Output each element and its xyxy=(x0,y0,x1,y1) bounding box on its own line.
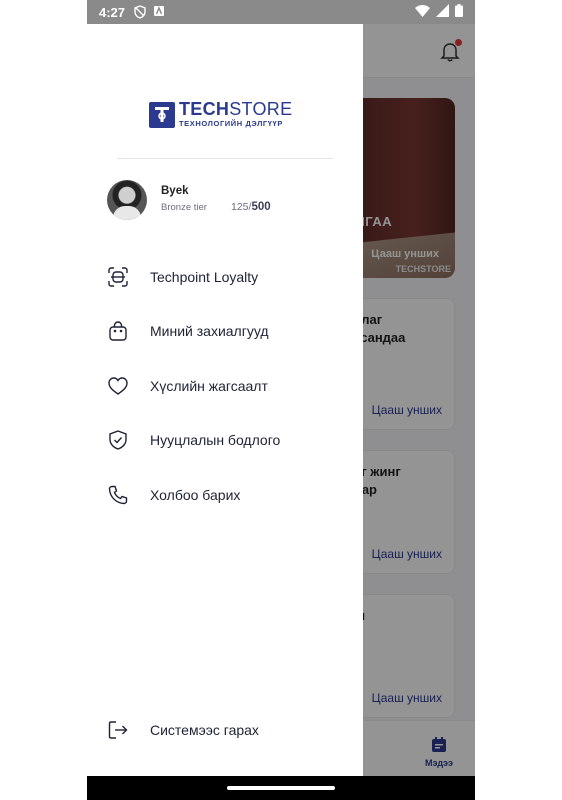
logout-button[interactable]: Системээс гарах xyxy=(107,717,347,743)
techstore-logo: TECHSTORE ТЕХНОЛОГИЙН ДЭЛГҮҮР xyxy=(149,100,305,130)
logout-icon xyxy=(107,719,129,741)
system-navigation-bar xyxy=(87,776,475,800)
phone-icon xyxy=(107,484,129,506)
status-time: 4:27 xyxy=(99,4,126,20)
status-bar: 4:27 xyxy=(87,0,475,24)
logo-mark-icon xyxy=(149,102,175,128)
gesture-handle[interactable] xyxy=(227,786,335,790)
shield-check-icon xyxy=(107,429,129,451)
logout-label: Системээс гарах xyxy=(150,722,259,738)
navigation-drawer: TECHSTORE ТЕХНОЛОГИЙН ДЭЛГҮҮР Byek Bronz… xyxy=(87,24,363,776)
user-name: Byek xyxy=(161,185,189,197)
logo-subtitle: ТЕХНОЛОГИЙН ДЭЛГҮҮР xyxy=(179,119,283,128)
phone-screen: 4:27 РЧИЛГАА xyxy=(87,0,475,800)
menu-item-label: Techpoint Loyalty xyxy=(150,269,259,285)
signal-icon xyxy=(436,4,449,20)
points-max: 500 xyxy=(251,201,271,213)
scan-icon xyxy=(107,266,129,288)
user-profile[interactable]: Byek Bronze tier 125/500 xyxy=(107,180,347,220)
app-notification-icon xyxy=(153,5,167,19)
logo-title-thin: STORE xyxy=(229,99,293,119)
menu-item-privacy-policy[interactable]: Нууцлалын бодлого xyxy=(107,427,347,453)
user-tier: Bronze tier xyxy=(161,202,207,213)
drawer-divider xyxy=(117,158,333,159)
battery-icon xyxy=(455,4,463,20)
menu-item-contact[interactable]: Холбоо барих xyxy=(107,482,347,508)
logo-title-bold: TECH xyxy=(179,99,230,119)
menu-item-wishlist[interactable]: Хүслийн жагсаалт xyxy=(107,373,347,399)
points-current: 125/ xyxy=(231,201,252,213)
menu-item-label: Нууцлалын бодлого xyxy=(150,432,281,448)
menu-item-label: Холбоо барих xyxy=(150,487,241,503)
menu-item-my-orders[interactable]: Миний захиалгууд xyxy=(107,318,347,344)
logo-title: TECHSTORE xyxy=(179,100,292,118)
wifi-icon xyxy=(415,4,430,20)
avatar-shoulders xyxy=(113,206,141,220)
menu-item-label: Хүслийн жагсаалт xyxy=(150,378,268,394)
menu-item-label: Миний захиалгууд xyxy=(150,323,269,339)
heart-icon xyxy=(107,375,129,397)
loyalty-points: 125/500 xyxy=(231,201,271,213)
avatar xyxy=(107,180,147,220)
menu-item-techpoint-loyalty[interactable]: Techpoint Loyalty xyxy=(107,264,347,290)
shield-status-icon xyxy=(133,5,147,19)
shopping-bag-icon xyxy=(107,320,129,342)
